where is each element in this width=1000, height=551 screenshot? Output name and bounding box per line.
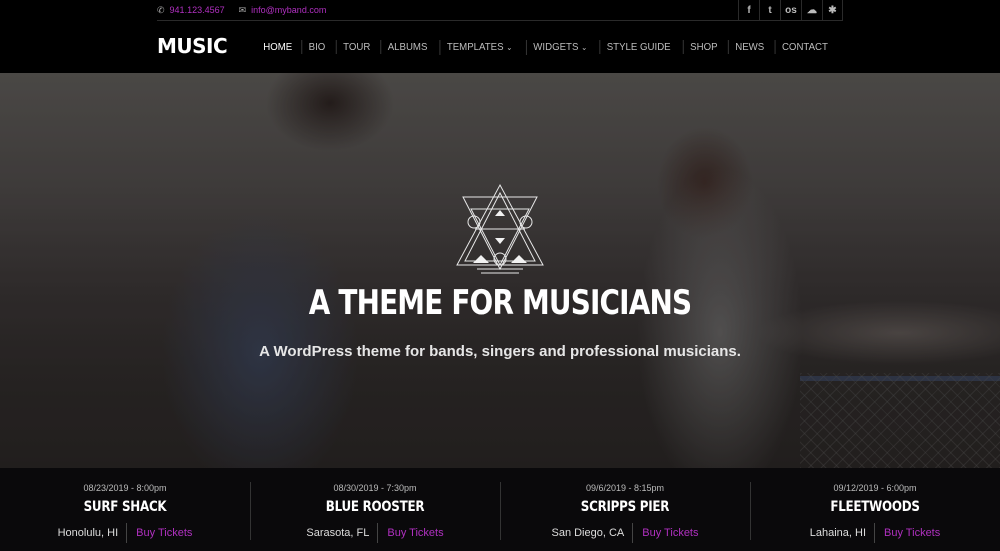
hero-subtitle: A WordPress theme for bands, singers and… [259,343,741,360]
nav-bio[interactable]: BIO [301,40,332,54]
nav-albums[interactable]: ALBUMS [380,40,434,54]
nav-style-guide[interactable]: STYLE GUIDE [599,40,678,54]
soundcloud-icon[interactable]: ☁ [801,0,822,20]
buy-tickets-link[interactable]: Buy Tickets [378,527,443,539]
yelp-icon[interactable]: ✱ [822,0,843,20]
nav-label: ALBUMS [387,41,428,53]
buy-tickets-link[interactable]: Buy Tickets [633,527,698,539]
event-card: 08/30/2019 - 7:30pm BLUE ROOSTER Sarasot… [250,468,500,551]
nav-label: NEWS [734,41,764,53]
lastfm-icon[interactable]: os [780,0,801,20]
event-date: 08/30/2019 - 7:30pm [333,483,417,493]
nav-shop[interactable]: SHOP [682,40,724,54]
nav-label: HOME [263,41,293,53]
nav-label: STYLE GUIDE [607,41,671,53]
tour-dates-strip: 08/23/2019 - 8:00pm SURF SHACK Honolulu,… [0,468,1000,551]
nav-label: TEMPLATES [447,40,504,53]
facebook-icon[interactable]: f [738,0,759,20]
event-venue: SCRIPPS PIER [580,499,670,515]
nav-news[interactable]: NEWS [727,40,770,54]
twitter-icon[interactable]: t [759,0,780,20]
event-date: 08/23/2019 - 8:00pm [83,483,167,493]
chevron-down-icon: ⌄ [580,42,587,52]
email-address[interactable]: info@myband.com [251,5,326,15]
event-venue: FLEETWOODS [830,499,920,515]
event-date: 09/6/2019 - 8:15pm [585,483,665,493]
buy-tickets-link[interactable]: Buy Tickets [127,527,192,539]
top-bar: ✆ 941.123.4567 ✉ info@myband.com f t os … [0,0,1000,21]
event-city: Sarasota, FL [306,523,379,543]
nav-widgets[interactable]: WIDGETS ⌄ [525,39,594,55]
phone-number[interactable]: 941.123.4567 [170,5,225,15]
envelope-icon: ✉ [238,4,247,15]
nav-label: TOUR [342,41,370,53]
event-card: 08/23/2019 - 8:00pm SURF SHACK Honolulu,… [0,468,250,551]
event-date: 09/12/2019 - 6:00pm [833,483,917,493]
event-card: 09/6/2019 - 8:15pm SCRIPPS PIER San Dieg… [500,468,750,551]
nav-contact[interactable]: CONTACT [774,40,835,54]
event-city: Lahaina, HI [810,523,875,543]
nav-label: WIDGETS [532,40,579,53]
nav-tour[interactable]: TOUR [335,40,376,54]
hero-banner: A THEME FOR MUSICIANS A WordPress theme … [0,73,1000,468]
event-city: San Diego, CA [551,523,634,543]
event-city: Honolulu, HI [58,523,128,543]
nav-label: BIO [309,41,326,53]
nav-label: CONTACT [781,41,828,53]
phone-link[interactable]: ✆ 941.123.4567 [157,5,225,16]
nav-templates[interactable]: TEMPLATES ⌄ [439,39,519,55]
social-links: f t os ☁ ✱ [738,0,843,20]
main-nav: HOME BIO TOUR ALBUMS TEMPLATES ⌄ WIDGETS ⌄… [255,39,837,55]
nav-home[interactable]: HOME [257,40,299,54]
event-card: 09/12/2019 - 6:00pm FLEETWOODS Lahaina, … [750,468,1000,551]
contact-info: ✆ 941.123.4567 ✉ info@myband.com [157,0,340,20]
site-header: MUSIC HOME BIO TOUR ALBUMS TEMPLATES ⌄ WI… [0,21,1000,73]
buy-tickets-link[interactable]: Buy Tickets [875,527,940,539]
hero-title: A THEME FOR MUSICIANS [308,283,692,323]
event-venue: BLUE ROOSTER [325,499,425,515]
site-logo[interactable]: MUSIC [157,34,228,58]
sacred-geometry-emblem-icon [456,183,544,274]
event-venue: SURF SHACK [83,499,167,515]
email-link[interactable]: ✉ info@myband.com [239,5,327,16]
chevron-down-icon: ⌄ [506,42,513,52]
phone-icon: ✆ [157,4,165,15]
nav-label: SHOP [689,41,718,53]
